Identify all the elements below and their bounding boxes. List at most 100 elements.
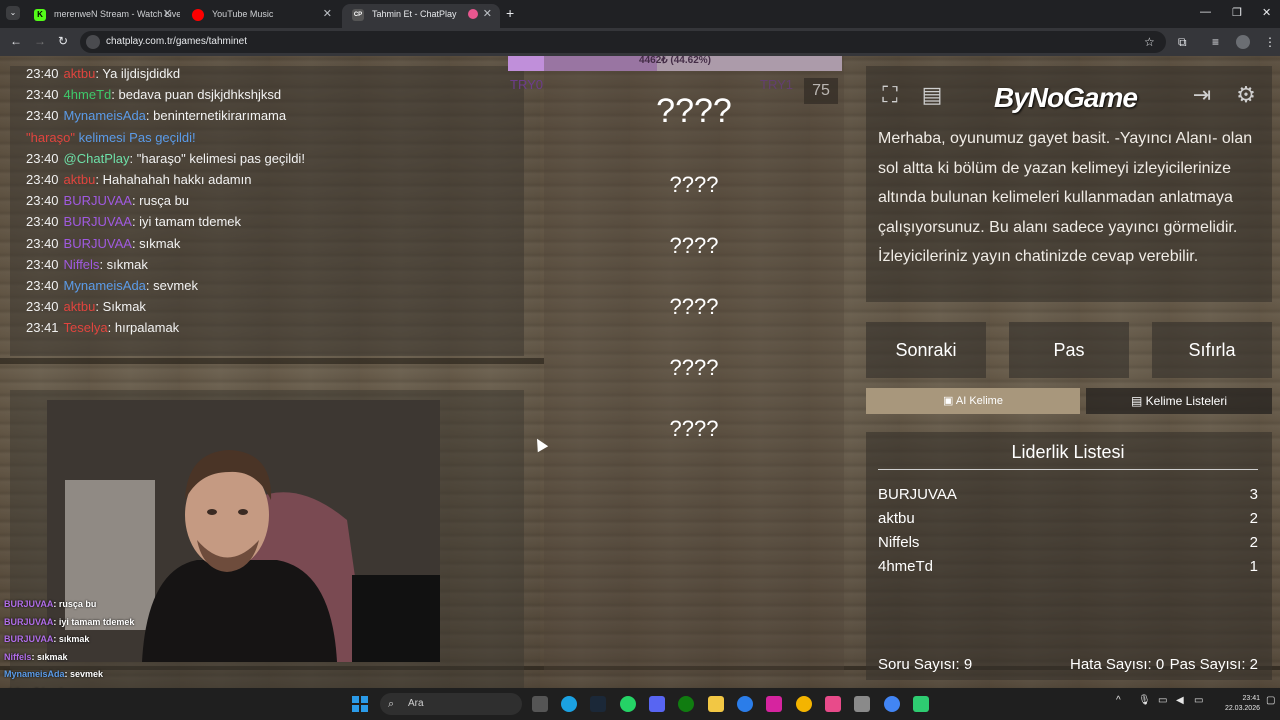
- chat-message: 23:40 BURJUVAA: iyi tamam tdemek: [10, 211, 524, 232]
- question-count: Soru Sayısı: 9: [878, 656, 973, 673]
- close-tab-icon[interactable]: ✕: [163, 4, 172, 24]
- extensions-icon[interactable]: ⧉: [1178, 35, 1187, 50]
- xbox-icon[interactable]: [678, 696, 694, 712]
- forward-icon[interactable]: →: [34, 34, 46, 48]
- robot-icon: ▣: [943, 395, 956, 407]
- leaderboard-title: Liderlik Listesi: [878, 442, 1258, 470]
- edge-icon[interactable]: [561, 696, 577, 712]
- microphone-icon[interactable]: 🎙: [1138, 695, 1151, 706]
- minimize-icon[interactable]: —: [1200, 6, 1211, 18]
- ai-word-button[interactable]: ▣ AI Kelime: [866, 388, 1080, 414]
- chat-username[interactable]: aktbu: [64, 172, 96, 187]
- chat-username[interactable]: Teselya: [64, 320, 108, 335]
- chat-message: 23:40 MynameisAda: beninternetikirarımama: [10, 105, 524, 126]
- whatsapp-icon[interactable]: [620, 696, 636, 712]
- chat-username[interactable]: aktbu: [64, 66, 96, 81]
- overlay-message: MynameisAda: sevmek: [0, 666, 140, 684]
- windows-start-icon[interactable]: [352, 696, 368, 712]
- word-lists-button[interactable]: ▤ Kelime Listeleri: [1086, 388, 1272, 414]
- chat-timestamp: 23:40: [26, 193, 59, 209]
- steam-icon[interactable]: [590, 696, 606, 712]
- forbidden-word: ????: [669, 355, 719, 380]
- profile-avatar[interactable]: [1236, 35, 1250, 49]
- network-icon[interactable]: ▭: [1158, 695, 1167, 706]
- overlay-text: : sıkmak: [31, 651, 68, 662]
- chat-message: 23:40 aktbu: Ya iljdisjdidkd: [10, 66, 524, 84]
- chrome-active-icon[interactable]: [884, 696, 900, 712]
- browser-icon[interactable]: [737, 696, 753, 712]
- app-icon[interactable]: [913, 696, 929, 712]
- player-score: 2: [1249, 510, 1258, 527]
- chat-username[interactable]: MynameisAda: [64, 108, 146, 123]
- chat-timestamp: 23:40: [26, 150, 59, 166]
- bookmark-star-icon[interactable]: ☆: [1144, 35, 1155, 49]
- volume-icon[interactable]: ◀: [1176, 695, 1184, 706]
- chat-username[interactable]: BURJUVAA: [64, 236, 132, 251]
- reset-button[interactable]: Sıfırla: [1152, 322, 1272, 378]
- overlay-text: : rusça bu: [53, 599, 97, 609]
- leaderboard-row: aktbu 2: [878, 510, 1258, 534]
- media-icon[interactable]: ≡: [1212, 35, 1219, 49]
- chat-text: "haraşo" kelimesi pas geçildi!: [136, 150, 305, 166]
- overlay-message: BURJUVAA: sıkmak: [0, 631, 140, 649]
- battery-icon[interactable]: ▭: [1194, 695, 1203, 706]
- taskbar-search[interactable]: ⌕ Ara: [380, 693, 522, 715]
- chat-separator: :: [95, 171, 103, 187]
- chat-message: "haraşo" kelimesi Pas geçildi!: [10, 127, 524, 148]
- file-explorer-icon[interactable]: [708, 696, 724, 712]
- chat-text: iyi tamam tdemek: [139, 214, 242, 230]
- tab-chatplay[interactable]: CP Tahmin Et - ChatPlay ✕: [342, 4, 500, 28]
- chat-username[interactable]: aktbu: [64, 299, 96, 314]
- notes-icon[interactable]: ▤: [916, 80, 948, 110]
- fullscreen-icon[interactable]: ⛶: [874, 80, 906, 110]
- site-info-icon[interactable]: [86, 35, 100, 49]
- logout-icon[interactable]: ⇥: [1186, 80, 1218, 110]
- browser-menu-icon[interactable]: ⋮: [1264, 35, 1276, 49]
- next-button[interactable]: Sonraki: [866, 322, 986, 378]
- close-tab-icon[interactable]: ✕: [323, 4, 332, 24]
- back-icon[interactable]: ←: [10, 34, 22, 48]
- notification-icon[interactable]: ▢: [1266, 695, 1275, 706]
- chat-username[interactable]: "haraşo": [26, 130, 75, 145]
- app-icon[interactable]: [825, 696, 841, 712]
- forbidden-word: ????: [669, 294, 719, 319]
- chat-message: 23:40 @ChatPlay: "haraşo" kelimesi pas ge…: [10, 148, 524, 169]
- overlay-text: : sevmek: [64, 669, 104, 680]
- try-left-label: TRY0: [510, 77, 543, 92]
- tray-chevron-icon[interactable]: ^: [1116, 695, 1121, 706]
- chat-username[interactable]: BURJUVAA: [64, 193, 132, 208]
- chat-text: Sıkmak: [102, 299, 146, 315]
- tab-kick-stream[interactable]: K merenweN Stream - Watch Live ✕: [24, 4, 180, 28]
- app-icon[interactable]: [854, 696, 870, 712]
- reload-icon[interactable]: ↻: [58, 34, 68, 48]
- chat-timestamp: 23:40: [26, 299, 59, 315]
- task-view-icon[interactable]: [532, 696, 548, 712]
- chat-message: 23:40 aktbu: Hahahahah hakkı adamın: [10, 169, 524, 190]
- chat-username[interactable]: 4hmeTd: [64, 87, 112, 102]
- chat-username[interactable]: Niffels: [64, 257, 100, 272]
- game-page: 23:40 aktbu: Ya iljdisjdidkd 23:40 4hmeTd: …: [0, 56, 1280, 688]
- chat-panel: 23:40 aktbu: Ya iljdisjdidkd 23:40 4hmeTd: …: [10, 66, 524, 356]
- close-tab-icon[interactable]: ✕: [483, 4, 492, 24]
- tab-search-icon[interactable]: ⌄: [6, 6, 20, 20]
- chrome-icon[interactable]: [796, 696, 812, 712]
- close-window-icon[interactable]: ✕: [1262, 6, 1271, 19]
- instagram-icon[interactable]: [766, 696, 782, 712]
- overlay-username: BURJUVAA: [4, 616, 54, 627]
- url-field[interactable]: chatplay.com.tr/games/tahminet: [80, 31, 1166, 53]
- discord-icon[interactable]: [649, 696, 665, 712]
- chat-username[interactable]: BURJUVAA: [64, 214, 132, 229]
- system-clock[interactable]: 23:41 22.03.2026: [1212, 694, 1260, 714]
- chat-timestamp: 23:40: [26, 66, 59, 81]
- search-icon: ⌕: [388, 698, 395, 710]
- instructions-text: Merhaba, oyunumuz gayet basit. -Yayıncı …: [878, 130, 1253, 266]
- new-tab-icon[interactable]: +: [506, 5, 514, 21]
- tab-youtube-music[interactable]: YouTube Music ✕: [182, 4, 340, 28]
- chat-username[interactable]: @ChatPlay: [64, 151, 130, 166]
- pass-button[interactable]: Pas: [1009, 322, 1129, 378]
- maximize-icon[interactable]: ❐: [1232, 6, 1242, 19]
- chat-username[interactable]: MynameisAda: [64, 278, 146, 293]
- overlay-username: MynameisAda: [4, 669, 65, 680]
- settings-gear-icon[interactable]: ⚙: [1230, 80, 1262, 110]
- chat-timestamp: 23:40: [26, 214, 59, 230]
